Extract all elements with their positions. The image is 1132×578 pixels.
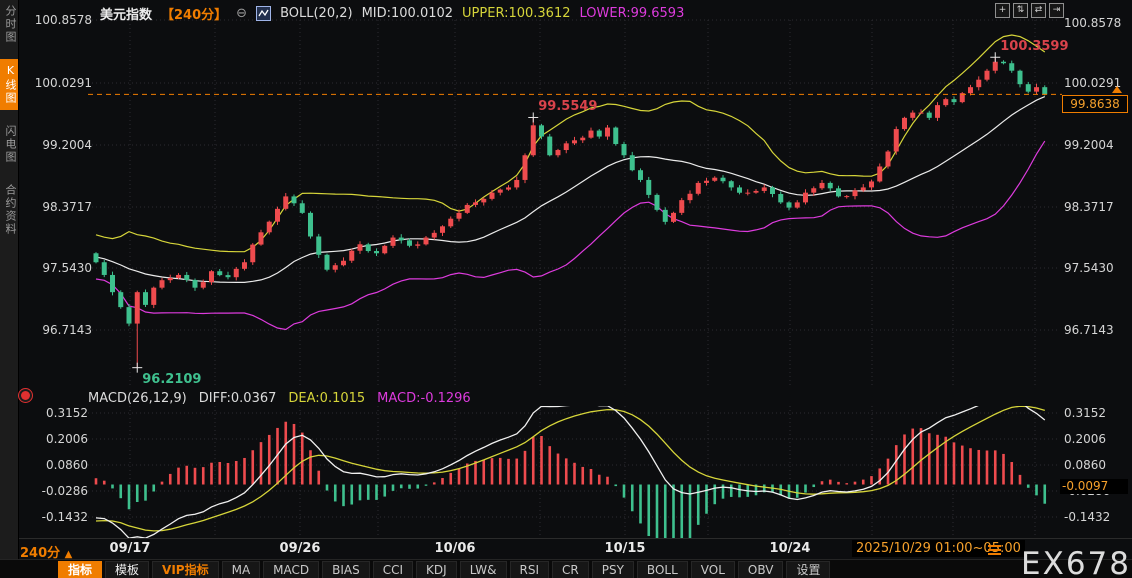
settings-button[interactable]: 设置 (786, 560, 831, 578)
indicator-rsi[interactable]: RSI (509, 560, 550, 578)
watermark: EX678 (1021, 546, 1131, 578)
symbol-label: 美元指数 (100, 8, 153, 23)
indicator-macd[interactable]: MACD (263, 560, 320, 578)
templates-button[interactable]: 模板 (105, 560, 150, 578)
indicator-kdj[interactable]: KDJ (416, 560, 457, 578)
tab-time-share[interactable]: 分时图 (0, 0, 18, 49)
macd-dea-readout: DEA:0.1015 (288, 391, 366, 406)
price-axis-top-right: 100.8578 (1064, 16, 1122, 30)
vip-indicators-button[interactable]: VIP指标 (152, 560, 219, 578)
macd-title: MACD(26,12,9) (88, 391, 187, 406)
current-price-badge: 99.8638 (1062, 95, 1128, 114)
indicator-boll[interactable]: BOLL (636, 560, 688, 578)
menu-icon[interactable] (988, 545, 1001, 557)
macd-readout: MACD(26,12,9) DIFF:0.0367 DEA:0.1015 MAC… (88, 391, 471, 406)
period-label: 【240分】 (161, 8, 228, 23)
x-axis-scale-icon[interactable]: ⇄ (1031, 3, 1046, 18)
price-axis-top-left: 100.8578 (34, 13, 92, 27)
price-axis-label-left: 100.0291 (34, 76, 92, 90)
boll-lower-readout: LOWER:99.6593 (579, 6, 685, 21)
boll-label: BOLL(20,2) (280, 6, 353, 21)
price-axis-label-left: 96.7143 (42, 323, 92, 337)
tab-contract-info[interactable]: 合约资料 (0, 179, 18, 241)
macd-axis-label-right: -0.1432 (1064, 510, 1111, 524)
price-up-arrow-icon (1112, 86, 1122, 94)
macd-axis-label-left: 0.2006 (46, 432, 88, 446)
tab-kline[interactable]: K线图 (0, 59, 18, 110)
price-axis-label-left: 98.3717 (42, 200, 92, 214)
high-price-annotation: 100.3599 (1000, 39, 1069, 55)
price-axis-label-left: 97.5430 (42, 261, 92, 275)
indicator-vol[interactable]: VOL (690, 560, 735, 578)
chart-header: 美元指数 【240分】 ⊖ BOLL(20,2) MID:100.0102 UP… (100, 4, 684, 23)
indicator-cci[interactable]: CCI (372, 560, 414, 578)
indicator-obv[interactable]: OBV (737, 560, 784, 578)
y-axis-scale-icon[interactable]: ⇅ (1013, 3, 1028, 18)
kline-macd-chart-canvas[interactable] (0, 0, 1132, 578)
macd-diff-readout: DIFF:0.0367 (198, 391, 277, 406)
indicator-ma[interactable]: MA (221, 560, 261, 578)
indicator-toolbar: 指标 模板 VIP指标 MA MACD BIAS CCI KDJ LW& RSI CR PSY BOLL… (0, 559, 1132, 578)
pan-icon[interactable]: + (995, 3, 1010, 18)
swing-high-annotation: 99.5549 (538, 99, 598, 115)
indicator-bias[interactable]: BIAS (322, 560, 370, 578)
tab-flash-chart[interactable]: 闪电图 (0, 120, 18, 169)
indicator-psy[interactable]: PSY (591, 560, 634, 578)
boll-upper-readout: UPPER:100.3612 (462, 6, 571, 21)
timeline-date-label: 10/15 (604, 541, 646, 556)
collapse-indicator-icon[interactable]: ⊖ (236, 6, 247, 21)
price-axis-label-right: 97.5430 (1064, 261, 1114, 275)
shift-right-icon[interactable]: ⇥ (1049, 3, 1064, 18)
macd-axis-label-right: 0.3152 (1064, 406, 1106, 420)
low-price-annotation: 96.2109 (142, 371, 202, 387)
macd-value-readout: MACD:-0.1296 (377, 391, 471, 406)
live-indicator-icon (21, 391, 30, 400)
macd-axis-label-left: -0.0286 (41, 484, 88, 498)
chart-toolbar-icons: + ⇅ ⇄ ⇥ (995, 3, 1064, 18)
trading-app-window: 分时图 K线图闪电图合约资料 100.8578 美元指数 【240分】 ⊖ BOL… (0, 0, 1132, 578)
macd-axis-label-left: -0.1432 (41, 510, 88, 524)
macd-axis-label-left: 0.3152 (46, 406, 88, 420)
macd-axis-label-right: 0.0860 (1064, 458, 1106, 472)
chart-type-icon (256, 6, 272, 21)
chart-type-sidebar: 分时图 K线图闪电图合约资料 (0, 0, 19, 578)
indicators-button[interactable]: 指标 (58, 560, 103, 578)
macd-axis-label-left: 0.0860 (46, 458, 88, 472)
price-axis-label-right: 99.2004 (1064, 138, 1114, 152)
timeline-date-label: 09/26 (279, 541, 321, 556)
timeline-date-label: 10/06 (434, 541, 476, 556)
indicator-cr[interactable]: CR (552, 560, 589, 578)
timeline-date-label: 10/24 (769, 541, 811, 556)
price-axis-label-right: 98.3717 (1064, 200, 1114, 214)
macd-value-badge: -0.0097 (1060, 478, 1128, 494)
price-axis-label-right: 96.7143 (1064, 323, 1114, 337)
macd-axis-label-right: 0.2006 (1064, 432, 1106, 446)
boll-mid-readout: MID:100.0102 (361, 6, 454, 21)
price-axis-label-left: 99.2004 (42, 138, 92, 152)
indicator-lwr[interactable]: LW& (459, 560, 507, 578)
timeline-date-label: 09/17 (109, 541, 151, 556)
